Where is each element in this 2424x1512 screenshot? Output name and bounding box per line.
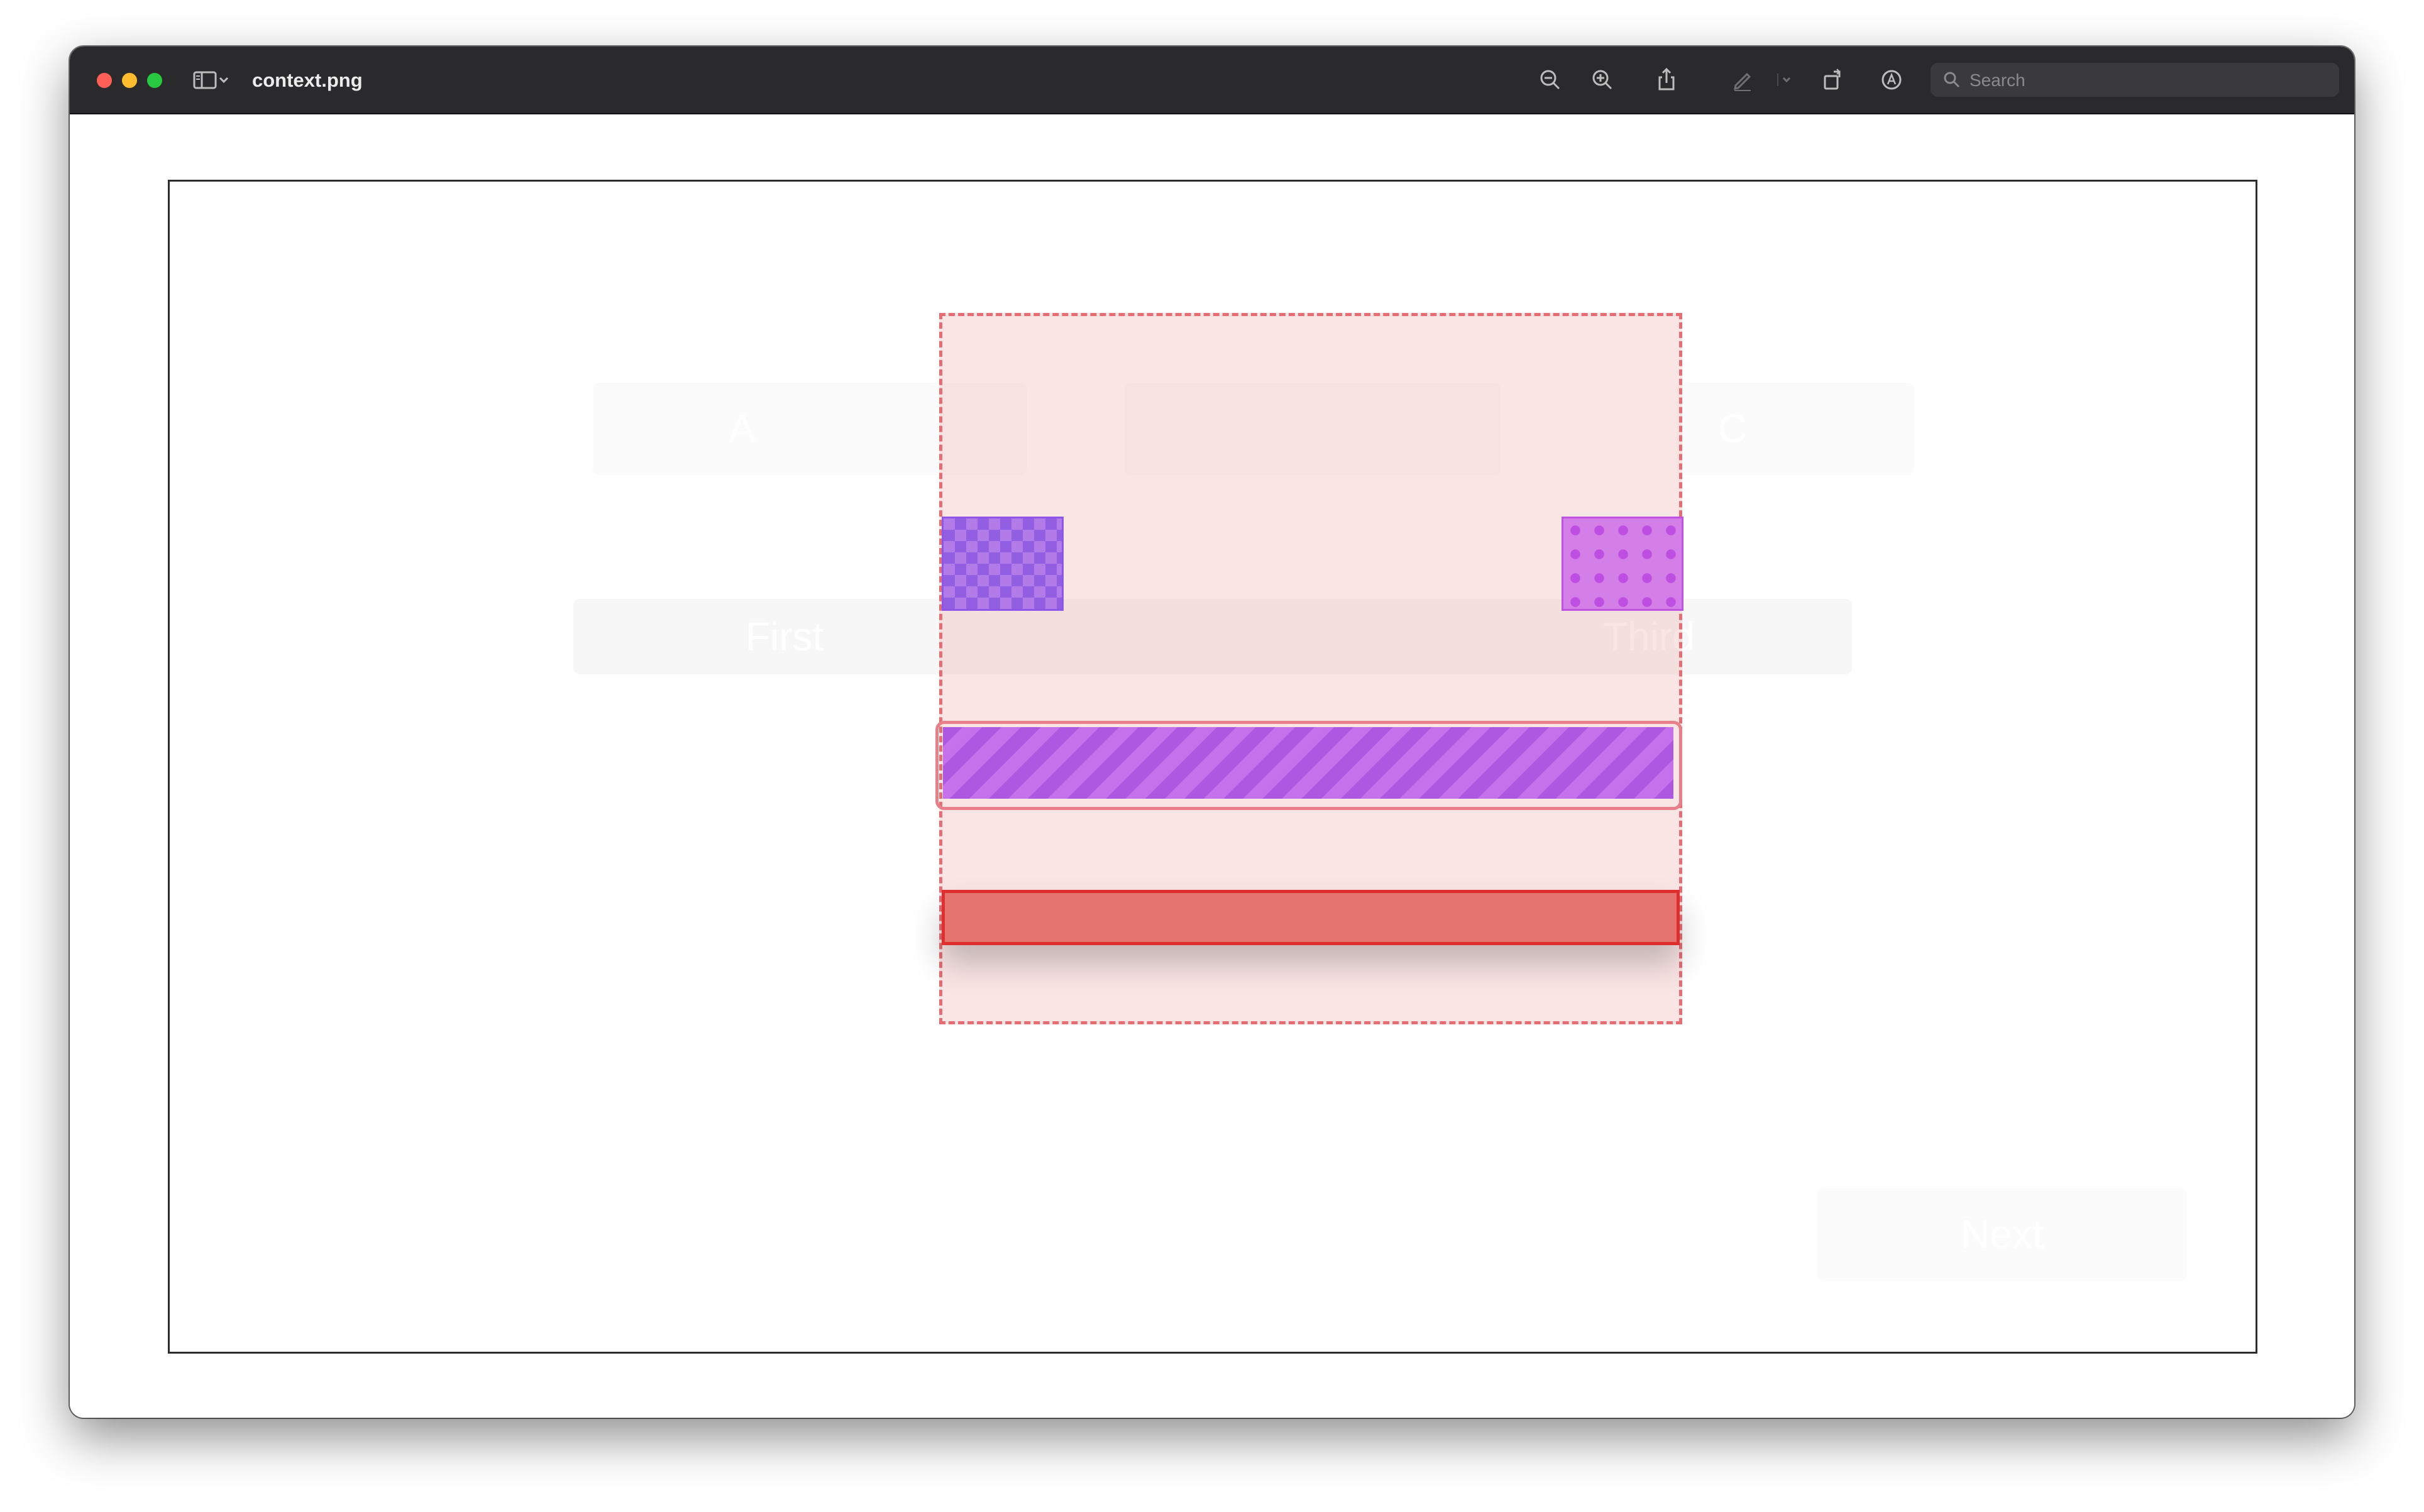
- selection-outline: [935, 721, 1682, 810]
- dotted-highlight-box: [1562, 517, 1683, 611]
- red-highlight-bar: [942, 890, 1680, 945]
- share-icon[interactable]: [1651, 64, 1682, 96]
- checker-highlight-box: [942, 517, 1064, 611]
- image-viewer-area: A C First Third Next: [70, 114, 2354, 1418]
- close-button[interactable]: [97, 73, 112, 88]
- title-bar: context.png: [70, 47, 2354, 114]
- minimize-button[interactable]: [122, 73, 137, 88]
- ghost-next-button: Next: [1817, 1188, 2187, 1281]
- rotate-icon[interactable]: [1817, 64, 1848, 96]
- chevron-down-icon[interactable]: [214, 64, 233, 96]
- zoom-out-icon[interactable]: [1534, 64, 1566, 96]
- search-input[interactable]: [1968, 68, 2323, 93]
- ghost-label-first: First: [746, 614, 824, 659]
- annotate-icon[interactable]: [1876, 64, 1907, 96]
- zoom-in-icon[interactable]: [1587, 64, 1618, 96]
- chevron-down-icon[interactable]: [1777, 64, 1795, 96]
- window-title: context.png: [252, 69, 363, 91]
- search-field[interactable]: [1931, 63, 2339, 97]
- markup-pen-icon[interactable]: [1727, 64, 1758, 96]
- search-icon: [1942, 70, 1962, 90]
- zoom-button[interactable]: [147, 73, 162, 88]
- ghost-tile-c: C: [1677, 383, 1914, 475]
- image-canvas: A C First Third Next: [168, 180, 2257, 1354]
- preview-window: context.png Search A C First Third Next: [70, 47, 2354, 1418]
- ghost-label-next: Next: [1961, 1212, 2044, 1257]
